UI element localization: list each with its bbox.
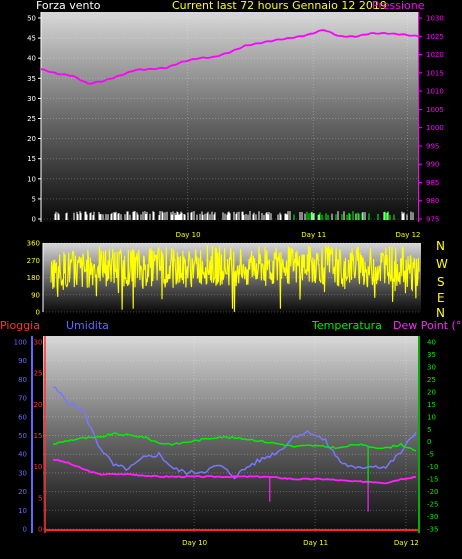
temperature-tick-label--25: -25 xyxy=(427,501,438,509)
wind-panel-background xyxy=(41,12,418,222)
humidity-axis-label: Umidita xyxy=(66,319,109,332)
direction-tick-label-360: 360 xyxy=(27,240,40,248)
direction-label-s: S xyxy=(437,275,445,289)
rain-axis-label: Pioggia xyxy=(0,319,40,332)
wind-tick-label-10: 10 xyxy=(27,175,36,183)
climate-day-label-10: Day 10 xyxy=(182,539,207,547)
graph-canvas: 0510152025303540455097598098599099510001… xyxy=(14,12,444,547)
humidity-tick-label-30: 30 xyxy=(18,469,27,477)
temperature-tick-label-15: 15 xyxy=(427,401,436,409)
humidity-tick-label-80: 80 xyxy=(18,376,27,384)
pressure-axis-label: Pressione xyxy=(372,0,425,12)
wind-tick-label-20: 20 xyxy=(27,135,36,143)
wind-tick-label-5: 5 xyxy=(32,195,36,203)
temperature-tick-label-20: 20 xyxy=(427,388,436,396)
pressure-tick-label-1005: 1005 xyxy=(426,106,444,114)
direction-label-n-top: N xyxy=(436,239,445,253)
wind-tick-label-25: 25 xyxy=(27,115,36,123)
climate-day-label-11: Day 11 xyxy=(303,539,328,547)
wind-tick-label-45: 45 xyxy=(27,35,36,43)
humidity-tick-label-50: 50 xyxy=(18,432,27,440)
wind-day-label-10: Day 10 xyxy=(176,231,201,239)
humidity-tick-label-40: 40 xyxy=(18,451,27,459)
direction-label-e: E xyxy=(437,291,445,305)
temperature-tick-label--30: -30 xyxy=(427,513,438,521)
wind-tick-label-0: 0 xyxy=(32,216,36,224)
temperature-tick-label--35: -35 xyxy=(427,526,438,534)
rain-tick-label-15: 15 xyxy=(34,432,43,440)
wind-tick-label-30: 30 xyxy=(27,95,36,103)
humidity-tick-label-0: 0 xyxy=(23,526,27,534)
humidity-tick-label-70: 70 xyxy=(18,395,27,403)
pressure-tick-label-1020: 1020 xyxy=(426,51,444,59)
wind-tick-label-35: 35 xyxy=(27,75,36,83)
wind-tick-label-50: 50 xyxy=(27,15,36,23)
weather-graph: 0 5 10 15 20 25 30 35 40 45 50 975 980 985 990 995 1000 1… xyxy=(0,0,462,555)
humidity-tick-label-60: 60 xyxy=(18,413,27,421)
rain-tick-label-25: 25 xyxy=(34,370,43,378)
rain-tick-label-30: 30 xyxy=(34,339,43,347)
humidity-tick-label-10: 10 xyxy=(18,507,27,515)
direction-label-n-bottom: N xyxy=(436,306,445,320)
pressure-tick-label-990: 990 xyxy=(426,161,439,169)
pressure-tick-label-985: 985 xyxy=(426,179,439,187)
pressure-tick-label-1010: 1010 xyxy=(426,88,444,96)
direction-tick-label-180: 180 xyxy=(27,274,40,282)
climate-panel-background xyxy=(43,336,418,533)
climate-day-label-12: Day 12 xyxy=(394,539,419,547)
wind-tick-label-15: 15 xyxy=(27,155,36,163)
rain-tick-label-0: 0 xyxy=(38,526,42,534)
rain-tick-label-10: 10 xyxy=(34,463,43,471)
rain-tick-label-20: 20 xyxy=(34,401,43,409)
dewpoint-axis-label: Dew Point (°C) xyxy=(393,319,462,332)
rain-tick-label-5: 5 xyxy=(38,494,42,502)
pressure-tick-label-975: 975 xyxy=(426,216,439,224)
chart-title: Current last 72 hours Gennaio 12 2019 xyxy=(172,0,387,12)
humidity-tick-label-100: 100 xyxy=(14,339,27,347)
direction-tick-label-0: 0 xyxy=(36,309,40,317)
pressure-tick-label-1000: 1000 xyxy=(426,124,444,132)
wind-day-label-12: Day 12 xyxy=(396,231,421,239)
humidity-tick-label-20: 20 xyxy=(18,488,27,496)
temperature-tick-label-35: 35 xyxy=(427,351,436,359)
pressure-tick-label-995: 995 xyxy=(426,142,439,150)
temperature-tick-label--20: -20 xyxy=(427,488,438,496)
temperature-tick-label-10: 10 xyxy=(427,413,436,421)
temperature-tick-label-30: 30 xyxy=(427,363,436,371)
temperature-axis-label: Temperatura xyxy=(312,319,382,332)
temperature-tick-label--15: -15 xyxy=(427,476,438,484)
direction-tick-label-90: 90 xyxy=(31,291,40,299)
wind-tick-label-40: 40 xyxy=(27,55,36,63)
pressure-tick-label-980: 980 xyxy=(426,197,439,205)
wind-day-label-11: Day 11 xyxy=(301,231,326,239)
temperature-tick-label-5: 5 xyxy=(427,426,431,434)
temperature-tick-label-40: 40 xyxy=(427,339,436,347)
direction-tick-label-270: 270 xyxy=(27,257,40,265)
pressure-tick-label-1025: 1025 xyxy=(426,33,444,41)
temperature-tick-label-0: 0 xyxy=(427,438,431,446)
wind-axis-label: Forza vento xyxy=(36,0,101,12)
temperature-tick-label--10: -10 xyxy=(427,463,438,471)
pressure-tick-label-1030: 1030 xyxy=(426,15,444,23)
humidity-tick-label-90: 90 xyxy=(18,357,27,365)
direction-label-w: W xyxy=(436,257,448,271)
pressure-tick-label-1015: 1015 xyxy=(426,69,444,77)
temperature-tick-label--5: -5 xyxy=(427,451,434,459)
temperature-tick-label-25: 25 xyxy=(427,376,436,384)
